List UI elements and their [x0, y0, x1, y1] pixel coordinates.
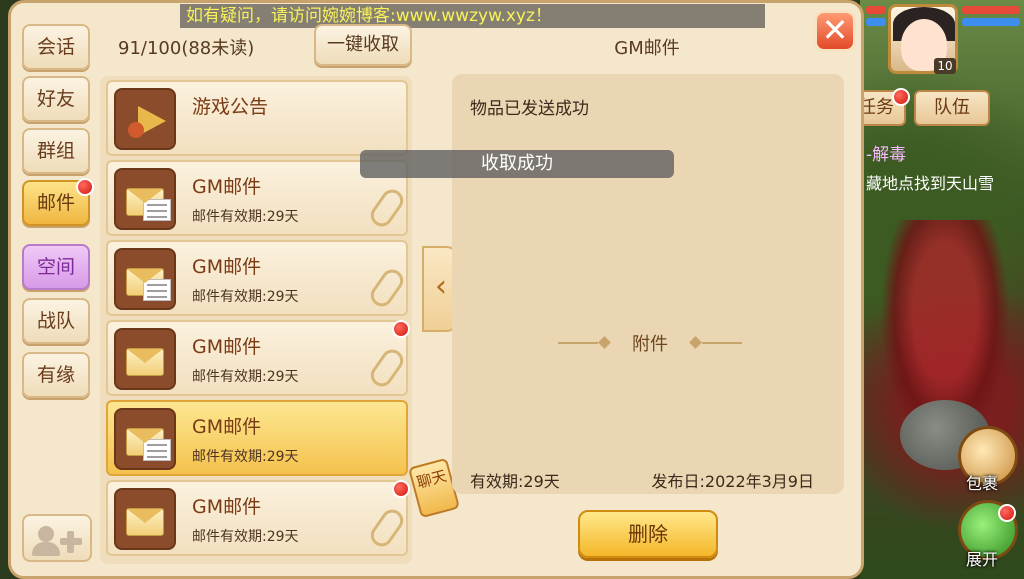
toast-message: 收取成功 — [360, 150, 674, 178]
paperclip-icon — [366, 265, 408, 311]
mail-title: GM邮件 — [192, 496, 262, 518]
mail-title: GM邮件 — [192, 256, 262, 278]
paperclip-icon — [366, 505, 408, 551]
mail-title: GM邮件 — [192, 336, 262, 358]
tab-team[interactable]: 队伍 — [914, 90, 990, 126]
person-icon-body — [32, 542, 60, 556]
announcement-thumb — [114, 88, 176, 150]
mail-detail: 物品已发送成功 附件 有效期:29天 发布日:2022年3月9日 — [452, 74, 844, 494]
mail-message: 物品已发送成功 — [470, 99, 589, 119]
quest-title[interactable]: -解毒 — [866, 140, 906, 165]
mail-item-selected[interactable]: GM邮件 邮件有效期:29天 — [106, 400, 408, 476]
mail-title: 游戏公告 — [192, 96, 269, 118]
task-notification-dot — [892, 88, 910, 106]
nav-destiny[interactable]: 有缘 — [22, 352, 90, 398]
mail-item[interactable]: GM邮件 邮件有效期:29天 — [106, 240, 408, 316]
mail-item-unread[interactable]: GM邮件 邮件有效期:29天 — [106, 320, 410, 396]
envelope-open-icon — [126, 268, 171, 301]
mail-thumb — [114, 488, 176, 550]
game-scene — [860, 0, 1024, 579]
mail-title: GM邮件 — [192, 176, 262, 198]
attachment-label: 附件 — [632, 334, 668, 355]
mail-count: 91/100(88未读) — [118, 38, 255, 59]
mail-validity: 邮件有效期:29天 — [192, 289, 299, 305]
expand-notification-dot — [998, 504, 1016, 522]
hp-bar-left — [866, 6, 886, 14]
mail-thumb — [114, 408, 176, 470]
mp-bar — [962, 18, 1020, 26]
envelope-icon — [126, 348, 164, 376]
quest-description[interactable]: 藏地点找到天山雪 — [866, 170, 994, 194]
close-button[interactable]: ✕ — [814, 10, 856, 52]
level-badge: 10 — [934, 58, 956, 74]
mail-notification-dot — [76, 178, 94, 196]
person-icon — [38, 526, 54, 542]
nav-friends[interactable]: 好友 — [22, 76, 90, 122]
mail-thumb — [114, 248, 176, 310]
envelope-open-icon — [126, 428, 171, 461]
nav-groups[interactable]: 群组 — [22, 128, 90, 174]
bag-label: 包裹 — [966, 474, 999, 493]
unread-dot — [392, 480, 410, 498]
mail-validity-detail: 有效期:29天 — [470, 472, 560, 491]
hp-bar — [962, 6, 1020, 14]
add-friend-button[interactable] — [22, 514, 92, 562]
paperclip-icon — [366, 185, 408, 231]
chevron-left-icon: ‹ — [435, 269, 447, 304]
nav-chat[interactable]: 会话 — [22, 24, 90, 70]
mp-bar-left — [866, 18, 886, 26]
mail-validity: 邮件有效期:29天 — [192, 529, 299, 545]
detail-title: GM邮件 — [614, 38, 680, 59]
mail-title: GM邮件 — [192, 416, 262, 438]
scrolling-notice: 如有疑问，请访问婉婉博客:www.wwzyw.xyz！ — [180, 4, 765, 28]
collect-all-button[interactable]: 一键收取 — [314, 24, 412, 66]
mail-validity: 邮件有效期:29天 — [192, 369, 299, 385]
mail-validity: 邮件有效期:29天 — [192, 449, 299, 465]
envelope-open-icon — [126, 188, 171, 221]
plus-icon-vertical — [67, 531, 74, 553]
expand-label: 展开 — [966, 550, 999, 569]
delete-button[interactable]: 删除 — [578, 510, 718, 558]
attachment-header: 附件 — [558, 330, 742, 356]
mail-item-announcement[interactable]: 游戏公告 — [106, 80, 408, 156]
publish-date: 发布日:2022年3月9日 — [651, 472, 814, 491]
mail-validity: 邮件有效期:29天 — [192, 209, 299, 225]
mail-item-unread[interactable]: GM邮件 邮件有效期:29天 — [106, 480, 410, 556]
unread-dot — [392, 320, 410, 338]
mail-thumb — [114, 328, 176, 390]
nav-team[interactable]: 战队 — [22, 298, 90, 344]
paperclip-icon — [366, 345, 408, 391]
megaphone-icon — [128, 104, 168, 138]
mail-thumb — [114, 168, 176, 230]
nav-space[interactable]: 空间 — [22, 244, 90, 290]
envelope-icon — [126, 508, 164, 536]
